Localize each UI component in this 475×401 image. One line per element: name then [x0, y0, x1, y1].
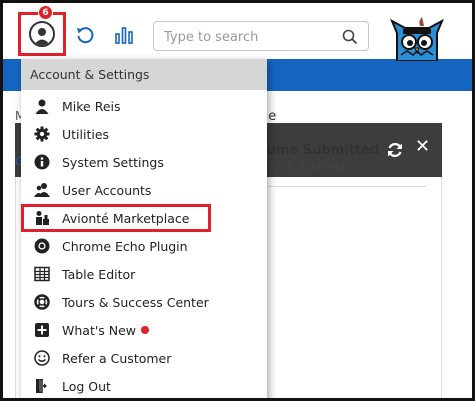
gear-icon — [33, 125, 51, 143]
owl-mascot-logo — [389, 17, 445, 61]
history-icon[interactable] — [75, 25, 95, 45]
top-toolbar: 6 — [3, 3, 472, 61]
chrome-icon — [33, 237, 51, 255]
lifebuoy-icon — [33, 293, 51, 311]
app-window: ✕ M G age sume Submitted 17/21 3:45 PM 6 — [0, 0, 475, 401]
close-icon[interactable]: ✕ — [415, 136, 430, 157]
info-icon — [33, 153, 51, 171]
menu-item-utilities[interactable]: Utilities — [21, 120, 267, 148]
menu-item-chrome-plugin[interactable]: Chrome Echo Plugin — [21, 232, 267, 260]
menu-item-label: Log Out — [62, 378, 111, 394]
menu-item-label: Chrome Echo Plugin — [62, 238, 188, 254]
row-divider — [252, 186, 426, 187]
user-icon — [33, 97, 51, 115]
menu-item-label: Avionté Marketplace — [62, 210, 190, 226]
marketplace-icon — [33, 209, 51, 227]
menu-item-label: Mike Reis — [62, 98, 121, 114]
logout-icon — [33, 377, 51, 395]
menu-item-label: User Accounts — [62, 182, 152, 198]
plus-square-icon — [33, 321, 51, 339]
users-icon — [33, 181, 51, 199]
menu-item-label: What's New — [62, 322, 137, 338]
menu-item-whats-new[interactable]: What's New — [21, 316, 267, 344]
menu-item-refer[interactable]: Refer a Customer — [21, 344, 267, 372]
menu-item-user-accounts[interactable]: User Accounts — [21, 176, 267, 204]
menu-item-label: Refer a Customer — [62, 350, 172, 366]
menu-item-label: Utilities — [62, 126, 110, 142]
search-icon[interactable] — [342, 29, 358, 45]
menu-item-profile[interactable]: Mike Reis — [21, 92, 267, 120]
analytics-icon[interactable] — [114, 25, 134, 45]
menu-item-table-editor[interactable]: Table Editor — [21, 260, 267, 288]
refresh-icon[interactable] — [385, 140, 405, 160]
menu-item-label: System Settings — [62, 154, 164, 170]
menu-item-tours[interactable]: Tours & Success Center — [21, 288, 267, 316]
activity-row-date: 17/21 3:45 PM — [259, 161, 346, 175]
user-avatar-icon — [29, 21, 55, 47]
account-settings-menu: Account & Settings Mike Reis Utilities S… — [21, 59, 267, 398]
menu-item-logout[interactable]: Log Out — [21, 372, 267, 398]
smile-icon — [33, 349, 51, 367]
search-input[interactable] — [164, 27, 339, 47]
menu-item-label: Tours & Success Center — [62, 294, 209, 310]
menu-item-system-settings[interactable]: System Settings — [21, 148, 267, 176]
table-icon — [33, 265, 51, 283]
activity-row-title: sume Submitted — [259, 143, 380, 158]
menu-item-marketplace[interactable]: Avionté Marketplace — [21, 204, 211, 232]
search-box[interactable] — [153, 21, 369, 51]
new-indicator-dot — [141, 326, 150, 334]
menu-item-label: Table Editor — [62, 266, 136, 282]
menu-header: Account & Settings — [21, 59, 267, 90]
notification-badge: 6 — [38, 5, 53, 20]
